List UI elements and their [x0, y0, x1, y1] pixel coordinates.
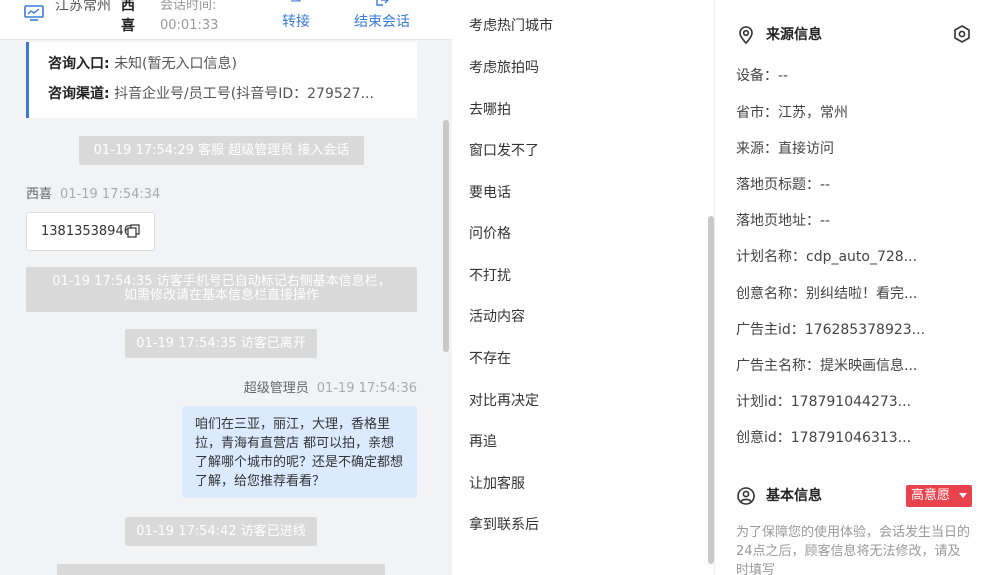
transfer-icon: ⇀ — [290, 0, 302, 9]
source-landing-url: 落地页地址：-- — [736, 213, 831, 229]
system-message-phone-tagged: 01-19 17:54:35 访客手机号已自动标记右侧基本信息栏， 如需修改请在… — [26, 267, 417, 312]
basic-info-title: 基本信息 — [766, 488, 822, 504]
intent-level-dropdown[interactable]: 高意愿 — [906, 485, 972, 507]
location-pin-icon — [739, 26, 753, 45]
visitor-message-time: 01-19 17:54:34 — [60, 187, 161, 202]
quick-reply-item[interactable]: 考虑旅拍吗 — [469, 58, 539, 78]
agent-message-bubble: 咱们在三亚，丽江，大理，香格里拉，青海有直营店 都可以拍，亲想了解哪个城市的呢？… — [182, 406, 417, 498]
session-time: 00:01:33 — [160, 18, 219, 33]
exit-icon — [350, 0, 414, 12]
chat-scrollbar[interactable] — [443, 120, 449, 352]
quick-reply-item[interactable]: 问价格 — [469, 224, 511, 244]
source-device: 设备：-- — [736, 68, 789, 84]
quick-reply-item[interactable]: 拿到联系后 — [469, 515, 539, 535]
system-message-visitor-left: 01-19 17:54:35 访客已离开 — [125, 329, 317, 358]
agent-message-time: 01-19 17:54:36 — [316, 381, 417, 396]
quick-reply-item[interactable]: 不打扰 — [469, 266, 511, 286]
consult-info-card: 咨询入口: 未知(暂无入口信息) 咨询渠道: 抖音企业号/员工号(抖音号ID：2… — [26, 42, 417, 118]
visitor-phone-number: 13813538946 — [41, 224, 132, 239]
system-message-visitor-entered: 01-19 17:54:42 访客已进线 — [125, 517, 317, 546]
source-landing-title: 落地页标题：-- — [736, 177, 831, 193]
monitor-icon — [24, 5, 44, 21]
source-info-title: 来源信息 — [766, 27, 822, 43]
basic-info-header: 基本信息 — [736, 486, 822, 506]
quick-reply-item[interactable]: 让加客服 — [469, 474, 525, 494]
quick-reply-item[interactable]: 要电话 — [469, 183, 511, 203]
source-origin: 来源：直接访问 — [736, 141, 834, 157]
source-plan-name: 计划名称：cdp_auto_728... — [736, 249, 918, 265]
visitor-city: 江苏常州 — [55, 0, 111, 14]
quick-reply-list: 考虑热门城市 考虑旅拍吗 去哪拍 窗口发不了 要电话 问价格 不打扰 活动内容 … — [452, 0, 715, 575]
quick-reply-item[interactable]: 窗口发不了 — [469, 141, 539, 161]
copy-icon[interactable] — [127, 224, 140, 238]
visitor-phone-bubble: 13813538946 — [26, 212, 155, 251]
quick-reply-item[interactable]: 考虑热门城市 — [469, 16, 553, 36]
caret-down-icon — [959, 493, 967, 498]
consult-entry-row: 咨询入口: 未知(暂无入口信息) — [48, 54, 416, 84]
system-message-agent-joined: 01-19 17:54:29 客服 超级管理员 接入会话 — [79, 136, 364, 165]
consult-entry-label: 咨询入口: — [48, 56, 110, 72]
source-creative-name: 创意名称：别纠结啦！看完... — [736, 286, 918, 302]
end-session-button[interactable]: 结束会话 — [350, 0, 414, 32]
transfer-label: 转接 — [282, 14, 310, 30]
source-creative-id: 创意id：178791046313... — [736, 430, 912, 446]
edit-deadline-notice: 为了保障您的使用体验，会话发生当日的24点之后，顾客信息将无法修改，请及时填写 — [736, 525, 971, 575]
consult-channel-row: 咨询渠道: 抖音企业号/员工号(抖音号ID：279527... — [48, 84, 416, 114]
source-plan-id: 计划id：178791044273... — [736, 394, 912, 410]
source-info-header: 来源信息 — [736, 25, 822, 45]
quick-reply-item[interactable]: 不存在 — [469, 349, 511, 369]
visitor-name: 西喜 — [121, 0, 135, 34]
transfer-button[interactable]: ⇀ 转接 — [279, 0, 313, 32]
user-circle-icon — [737, 487, 755, 505]
system-message-phone-tagged-line1: 01-19 17:54:35 访客手机号已自动标记右侧基本信息栏， — [52, 274, 391, 289]
agent-message-meta: 超级管理员 01-19 17:54:36 — [244, 380, 417, 398]
end-session-label: 结束会话 — [354, 14, 410, 30]
source-advertiser-id: 广告主id：176285378923... — [736, 322, 926, 338]
visitor-info-panel: 来源信息 设备：-- 省市：江苏，常州 来源：直接访问 落地页标题：-- 落地页… — [716, 0, 984, 575]
session-duration: 会话时间: 00:01:33 — [160, 0, 250, 36]
quick-reply-item[interactable]: 活动内容 — [469, 307, 525, 327]
consult-channel-value: 抖音企业号/员工号(抖音号ID：279527... — [114, 86, 374, 102]
quick-reply-item[interactable]: 去哪拍 — [469, 100, 511, 120]
visitor-sender-name: 西喜 — [26, 187, 53, 202]
hexagon-settings-icon[interactable] — [952, 24, 972, 44]
chat-panel: 江苏常州 西喜 会话时间: 00:01:33 ⇀ 转接 结束会话 咨询入口: 未… — [0, 0, 452, 575]
quick-reply-item[interactable]: 对比再决定 — [469, 391, 539, 411]
customer-service-workspace: 江苏常州 西喜 会话时间: 00:01:33 ⇀ 转接 结束会话 咨询入口: 未… — [0, 0, 984, 575]
system-message-partial — [57, 564, 385, 575]
consult-entry-value: 未知(暂无入口信息) — [114, 56, 237, 72]
system-message-phone-tagged-line2: 如需修改请在基本信息栏直接操作 — [123, 288, 319, 303]
quick-reply-scrollbar[interactable] — [708, 216, 714, 564]
quick-reply-item[interactable]: 再追 — [469, 432, 497, 452]
chat-header: 江苏常州 西喜 会话时间: 00:01:33 ⇀ 转接 结束会话 — [0, 0, 452, 40]
consult-channel-label: 咨询渠道: — [48, 86, 110, 102]
source-province: 省市：江苏，常州 — [736, 105, 848, 121]
visitor-message-meta: 西喜 01-19 17:54:34 — [26, 186, 160, 204]
agent-sender-name: 超级管理员 — [243, 381, 309, 396]
session-label: 会话时间: — [160, 0, 217, 13]
source-advertiser-name: 广告主名称：提米映画信息... — [736, 358, 918, 374]
intent-level-label: 高意愿 — [911, 488, 951, 503]
